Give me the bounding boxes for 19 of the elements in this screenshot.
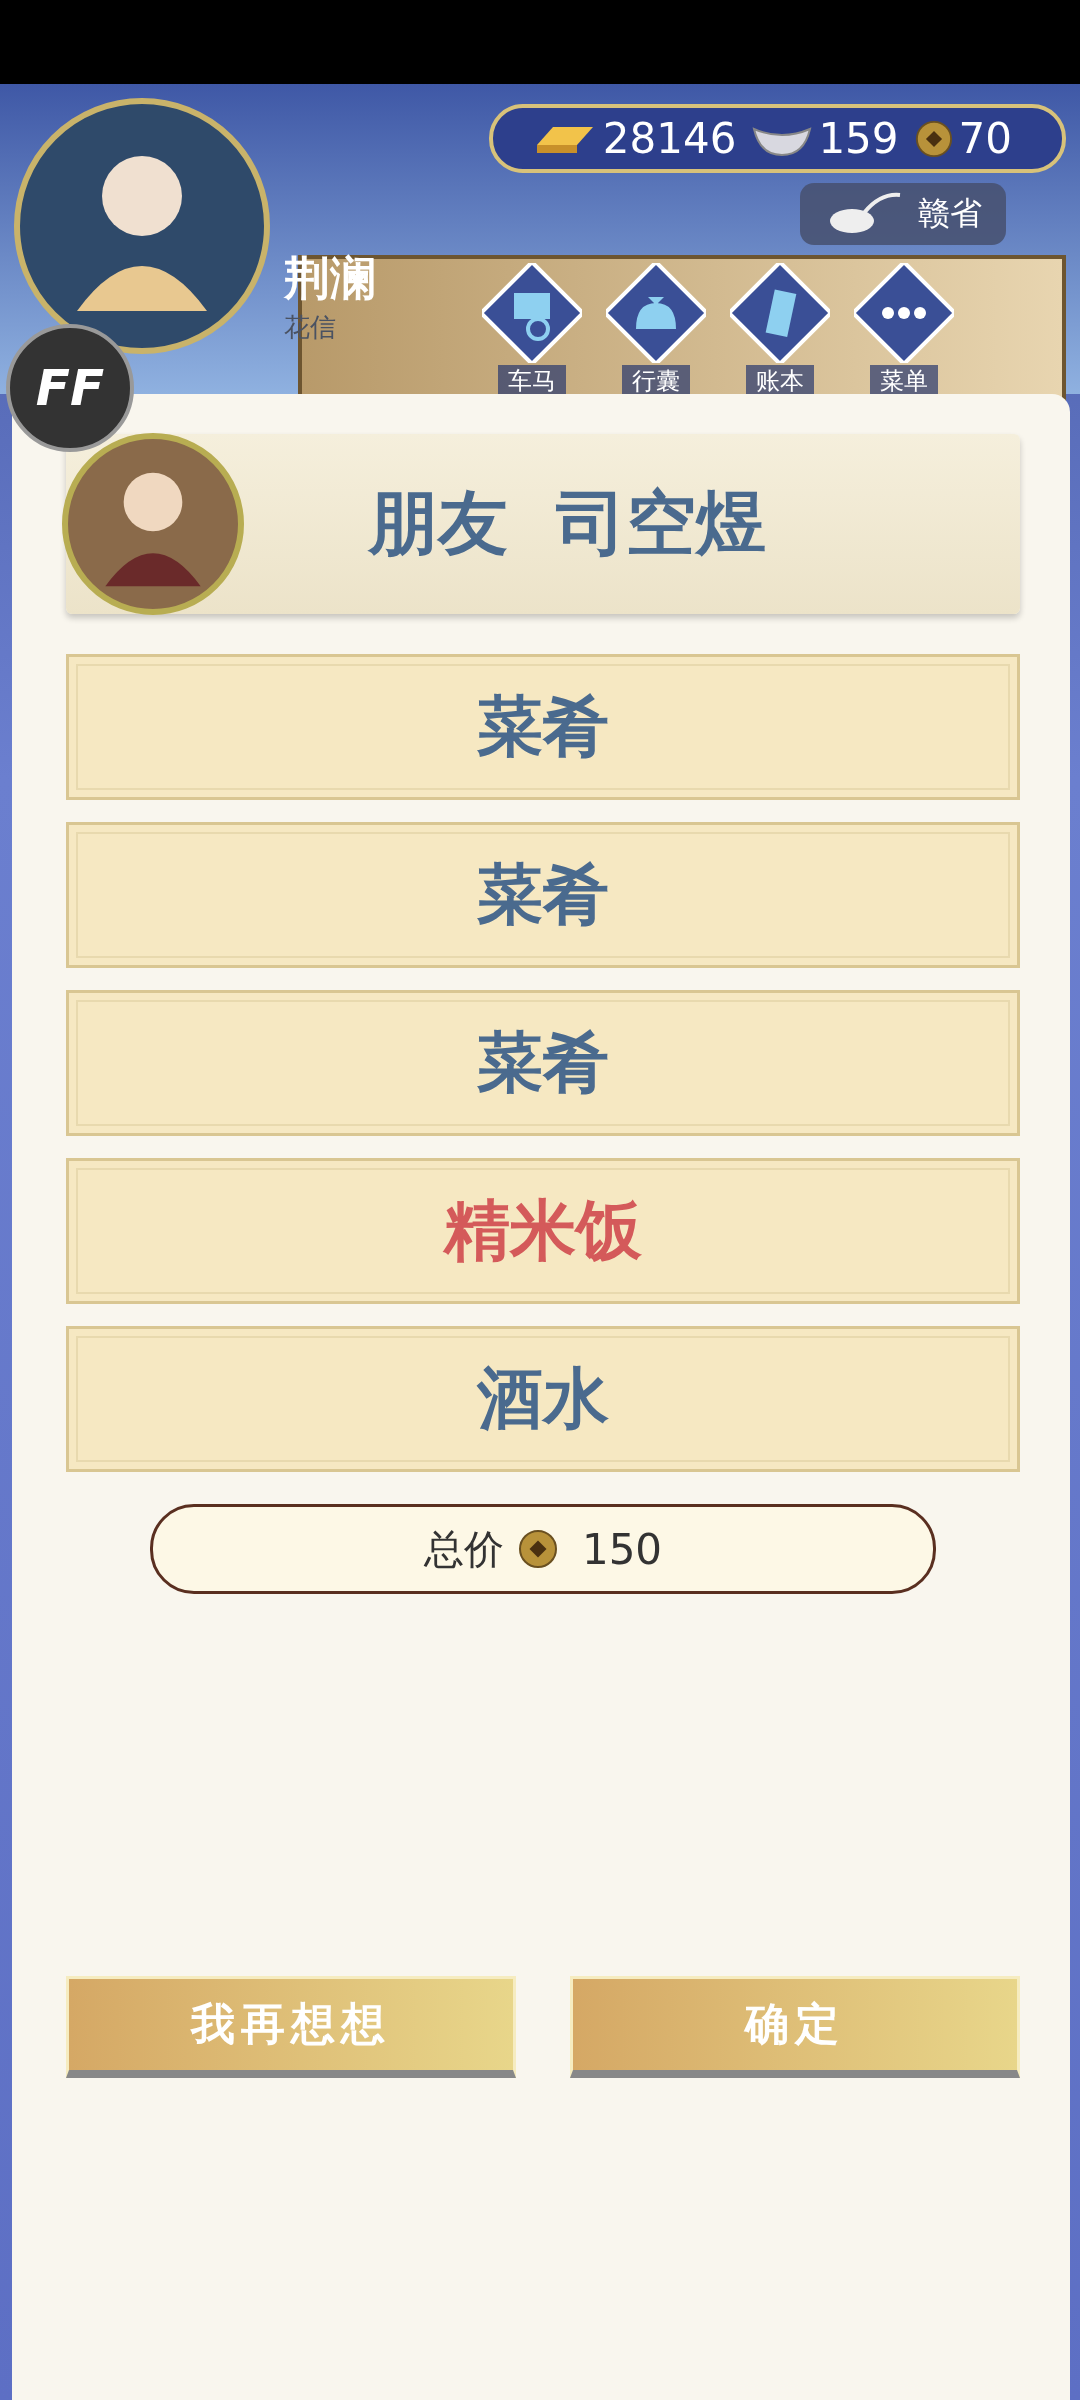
currency-amount: 70 xyxy=(958,114,1012,163)
location-name: 赣省 xyxy=(918,193,982,234)
menu-option[interactable]: 菜肴 xyxy=(66,654,1020,800)
total-label: 总价 xyxy=(423,1524,504,1574)
nav-button[interactable]: 菜单 xyxy=(854,263,954,397)
menu-option[interactable]: 菜肴 xyxy=(66,990,1020,1136)
currency-amount: 28146 xyxy=(602,114,737,163)
dialog-title: 朋友 司空煜 xyxy=(366,481,768,566)
menu-option[interactable]: 精米饭 xyxy=(66,1158,1020,1304)
nav-button[interactable]: 账本 xyxy=(730,263,830,397)
coin-icon xyxy=(517,1529,558,1569)
menu-option[interactable]: 菜肴 xyxy=(66,822,1020,968)
menu-option[interactable]: 酒水 xyxy=(66,1326,1020,1472)
coin-icon xyxy=(914,119,953,158)
location-tag[interactable]: 赣省 xyxy=(800,183,1006,245)
nav-button[interactable]: 行囊 xyxy=(606,263,706,397)
currency-amount: 159 xyxy=(818,114,899,163)
nav-button[interactable]: 车马 xyxy=(482,263,582,397)
total-value: 150 xyxy=(581,1524,663,1574)
